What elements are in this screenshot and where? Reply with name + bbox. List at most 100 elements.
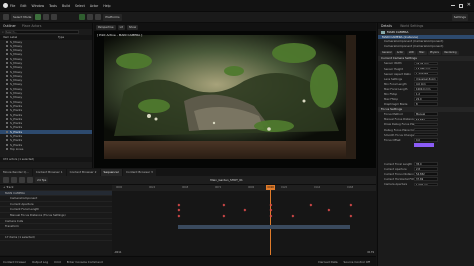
visibility-icon[interactable]	[6, 44, 8, 47]
derived-data-button[interactable]: Derived Data	[318, 260, 337, 264]
fps-dropdown[interactable]: 24 fps	[35, 177, 49, 183]
property-value[interactable]: 4.0 mm	[414, 82, 438, 86]
keyframe[interactable]	[328, 208, 331, 212]
visibility-icon[interactable]	[6, 49, 8, 52]
viewport-perspective-button[interactable]: Perspective	[96, 24, 116, 30]
visibility-icon[interactable]	[6, 135, 8, 138]
camera-cut-section[interactable]	[178, 224, 350, 229]
tab-details[interactable]: Details	[381, 23, 392, 29]
playhead-label[interactable]: 0090	[266, 185, 275, 190]
keyframe[interactable]	[177, 214, 181, 218]
filter-general[interactable]: General	[380, 50, 394, 56]
visibility-icon[interactable]	[6, 70, 8, 73]
menu-actor[interactable]: Actor	[90, 4, 98, 8]
keyframe[interactable]	[222, 203, 226, 206]
property-value[interactable]: 22.0	[414, 97, 438, 101]
tab-content-browser-3[interactable]: Content Browser 3	[122, 169, 156, 176]
visibility-icon[interactable]	[6, 79, 8, 82]
maximize-icon[interactable]	[458, 3, 463, 8]
content-drawer-button[interactable]: Content Drawer	[3, 260, 26, 264]
minimize-icon[interactable]	[450, 5, 455, 6]
pause-icon[interactable]	[87, 14, 94, 20]
close-icon[interactable]: ✕	[467, 3, 471, 8]
output-log-button[interactable]: Output Log	[32, 260, 48, 264]
blueprint-icon[interactable]	[43, 14, 50, 20]
visibility-icon[interactable]	[6, 147, 8, 150]
source-control-button[interactable]: Source Control Off	[344, 260, 370, 264]
property-value[interactable]: Universal Zoom	[414, 76, 438, 81]
key-icon[interactable]	[11, 177, 17, 183]
tab-movie-render-queue[interactable]: Movie Render Q...	[0, 169, 32, 176]
property-value[interactable]: 23.76 mm	[414, 61, 438, 66]
visibility-icon[interactable]	[6, 104, 8, 107]
menu-build[interactable]: Build	[62, 4, 70, 8]
keyframe[interactable]	[177, 208, 181, 212]
property-value[interactable]: 35.0	[414, 162, 438, 166]
visibility-icon[interactable]	[6, 74, 8, 77]
visibility-icon[interactable]	[6, 100, 8, 103]
level-viewport[interactable]: Perspective Lit Show [Pilot Active - MA…	[94, 23, 376, 168]
property-value[interactable]: 1000.0 mm	[414, 87, 438, 91]
outliner-row[interactable]: Top Lines	[0, 147, 92, 151]
filter-rendering[interactable]: Rendering	[442, 50, 459, 56]
visibility-icon[interactable]	[6, 96, 8, 99]
visibility-icon[interactable]	[6, 83, 8, 86]
property-value[interactable]: 54.832	[414, 172, 438, 176]
tab-content-browser-2[interactable]: Content Browser 2	[66, 169, 100, 176]
play-icon[interactable]	[79, 14, 86, 20]
viewport-lit-button[interactable]: Lit	[117, 24, 125, 30]
filter-lod[interactable]: LOD	[406, 50, 416, 56]
visibility-icon[interactable]	[6, 126, 8, 129]
keyframe[interactable]	[222, 214, 226, 218]
viewport-show-button[interactable]: Show	[126, 24, 139, 30]
property-value[interactable]: 54.832	[414, 117, 438, 122]
save-sequence-icon[interactable]	[3, 177, 9, 183]
menu-file[interactable]: File	[10, 4, 15, 8]
keyframe[interactable]	[243, 208, 247, 212]
tab-content-browser-1[interactable]: Content Browser 1	[32, 169, 66, 176]
actor-name[interactable]: MAIN CAMERA	[387, 30, 408, 34]
filter-misc[interactable]: Misc	[417, 50, 427, 56]
visibility-icon[interactable]	[6, 117, 8, 120]
visibility-icon[interactable]	[6, 61, 8, 64]
keyframe[interactable]	[270, 214, 273, 218]
menu-help[interactable]: Help	[103, 4, 110, 8]
column-type[interactable]: Type	[58, 35, 64, 39]
color-swatch[interactable]	[414, 143, 434, 147]
property-value[interactable]: 1.777778	[414, 71, 438, 76]
console-input[interactable]: Enter Console Command	[67, 260, 103, 264]
visibility-icon[interactable]	[6, 92, 8, 95]
stop-icon[interactable]	[95, 14, 102, 20]
frame-start[interactable]: -0011	[114, 251, 122, 254]
tab-world-settings[interactable]: World Settings	[400, 23, 423, 29]
keyframe[interactable]	[270, 203, 273, 206]
add-actor-icon[interactable]	[35, 14, 42, 20]
visibility-icon[interactable]	[6, 53, 8, 56]
menu-edit[interactable]: Edit	[20, 4, 26, 8]
visibility-icon[interactable]	[6, 122, 8, 125]
key-area[interactable]	[112, 191, 376, 255]
property-value[interactable]: 2.8	[414, 167, 438, 171]
menu-tools[interactable]: Tools	[49, 4, 57, 8]
tab-sequencer[interactable]: Sequencer	[100, 169, 122, 176]
keyframe[interactable]	[291, 214, 294, 218]
tab-place-actors[interactable]: Place Actors	[22, 23, 42, 29]
filter-icon[interactable]	[19, 177, 25, 183]
component-camera-2[interactable]: CameraComponent (CameraComponent)	[378, 44, 474, 48]
property-value[interactable]	[414, 132, 438, 137]
filter-physics[interactable]: Physics	[428, 50, 441, 56]
property-value[interactable]	[414, 122, 438, 127]
filter-actor[interactable]: Actor	[394, 50, 406, 56]
property-value[interactable]: 13.365 mm	[414, 66, 438, 71]
frame-end[interactable]: 0179	[367, 251, 374, 254]
property-value[interactable]: 1.2	[414, 92, 438, 96]
keyframe[interactable]	[270, 208, 273, 212]
visibility-icon[interactable]	[6, 143, 8, 146]
visibility-icon[interactable]	[6, 113, 8, 116]
keyframe[interactable]	[177, 203, 181, 206]
visibility-icon[interactable]	[6, 66, 8, 69]
keyframe[interactable]	[309, 203, 313, 206]
snap-icon[interactable]	[27, 177, 33, 183]
property-value[interactable]: 8	[414, 102, 438, 106]
settings-button[interactable]: Settings	[451, 13, 468, 21]
